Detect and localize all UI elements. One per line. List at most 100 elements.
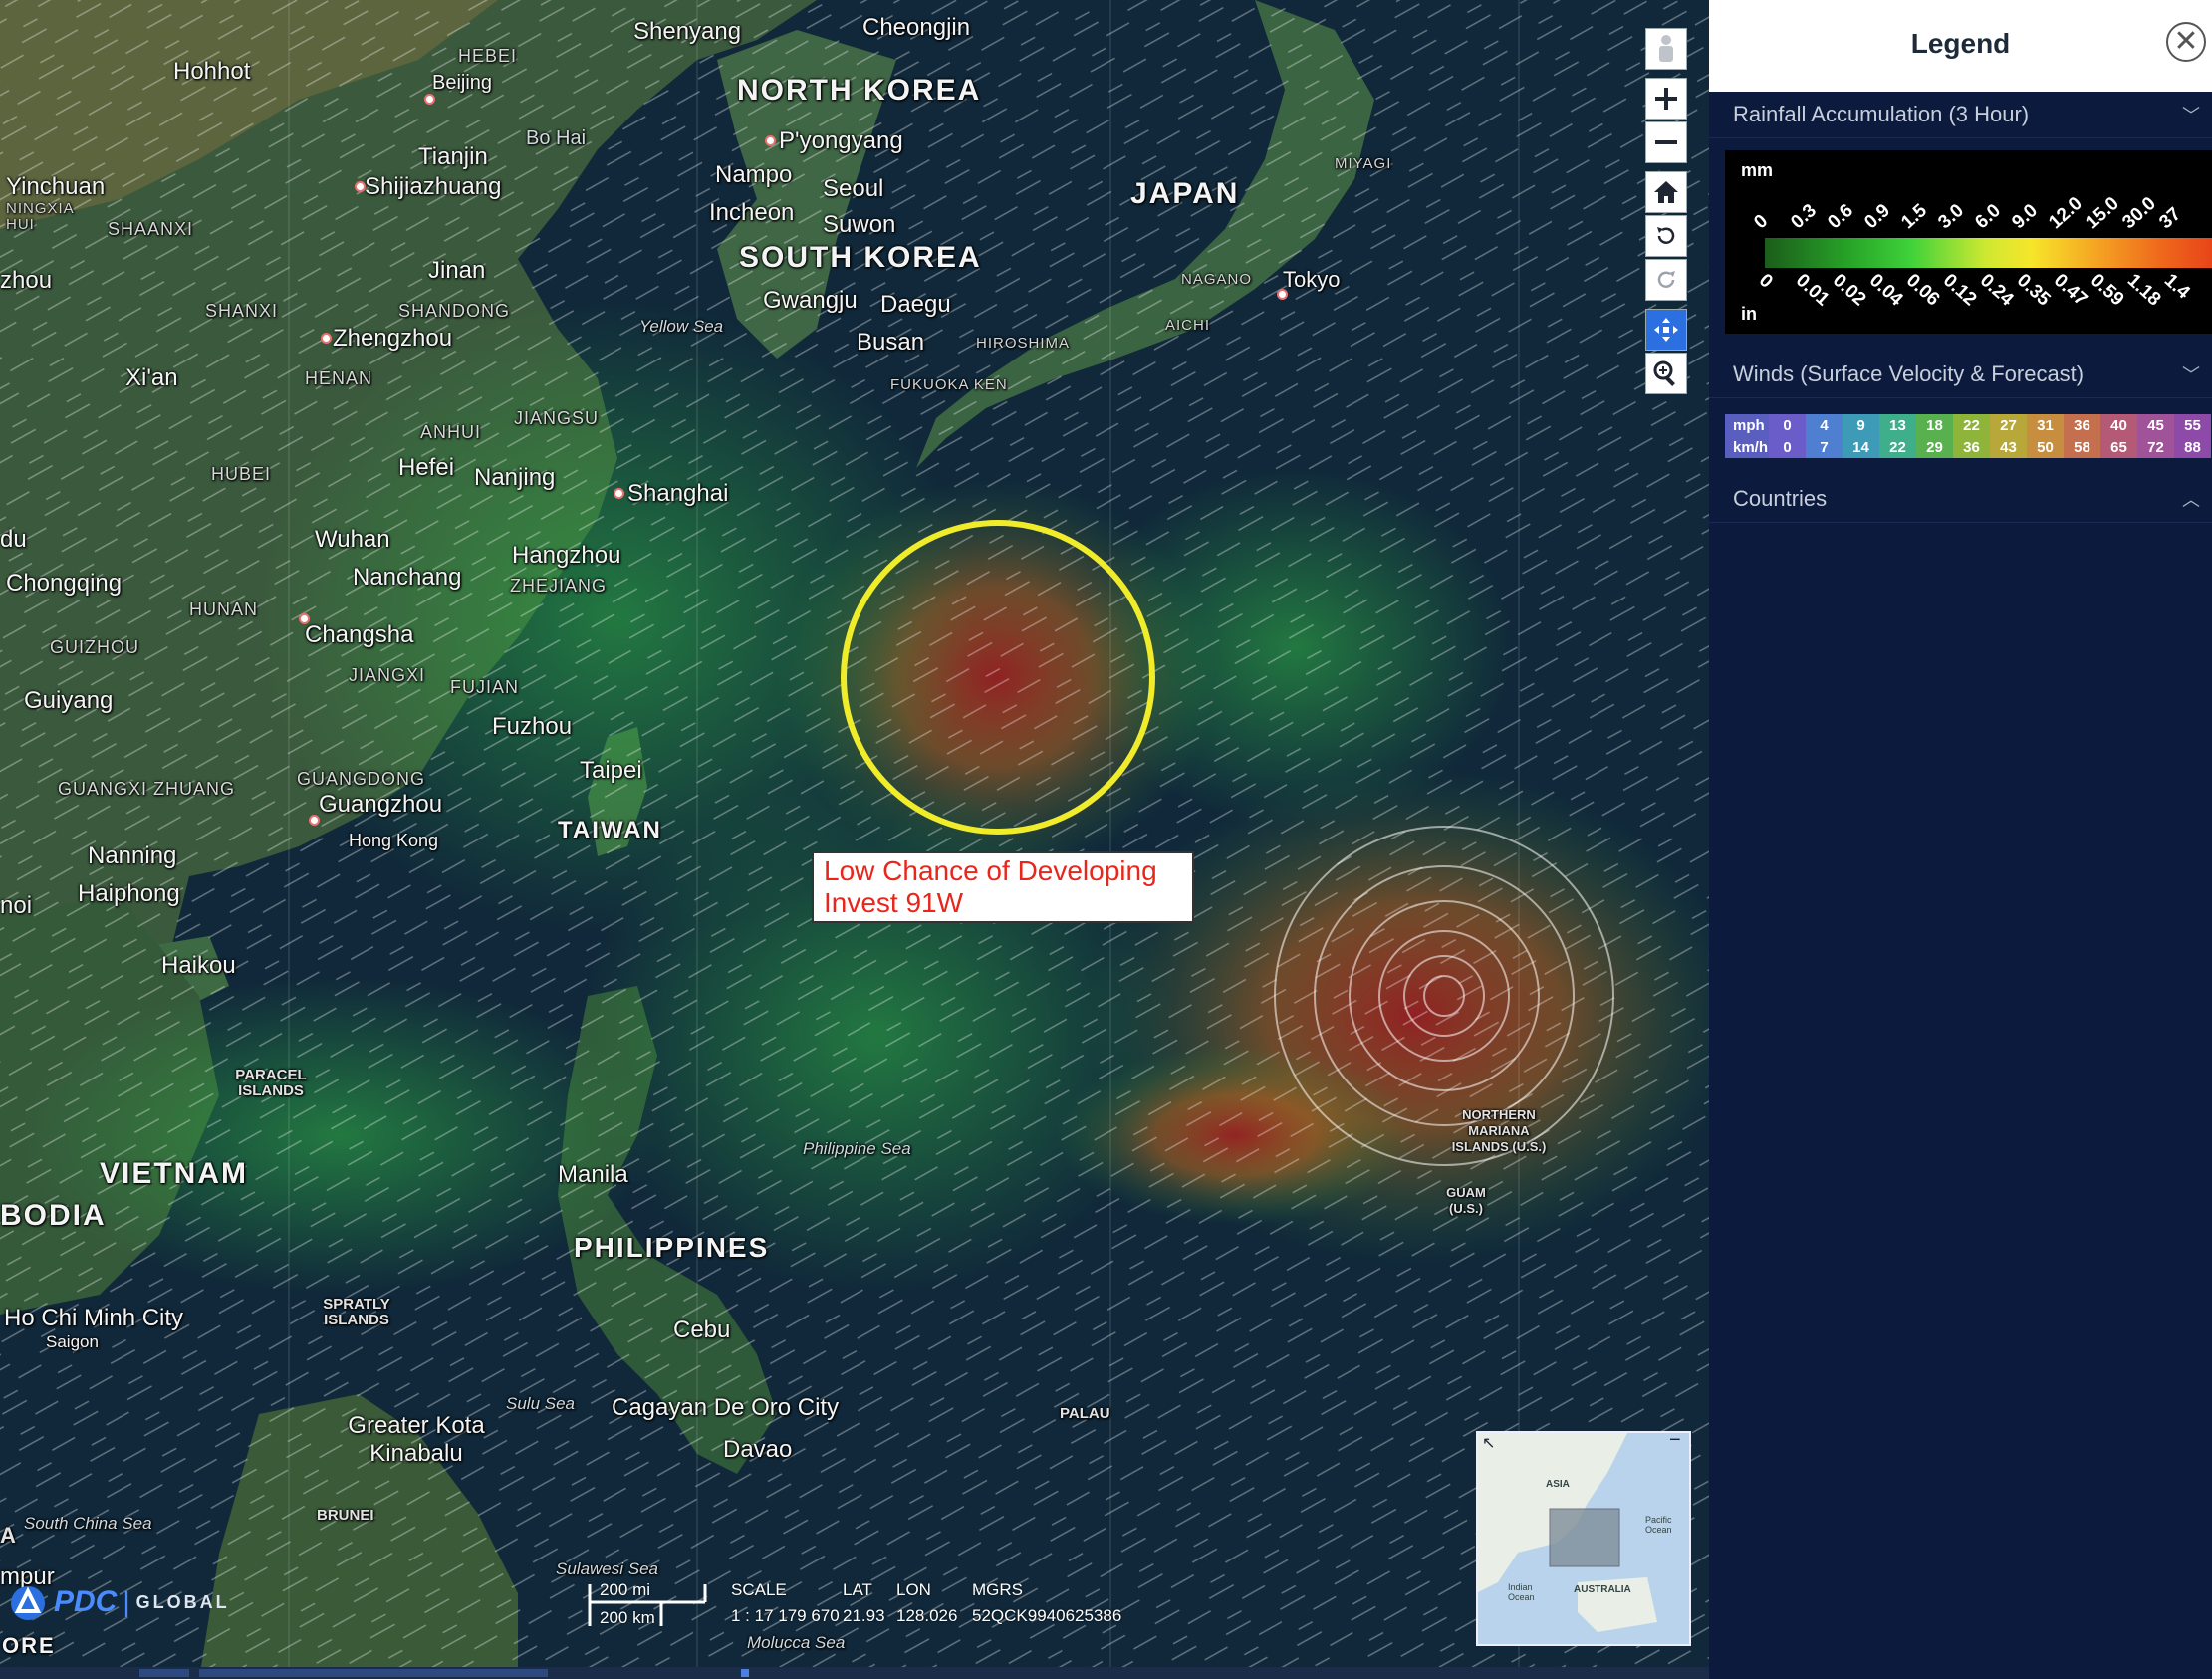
timeline-bar[interactable]: [0, 1667, 1709, 1679]
winds-mph-cell: 55: [2174, 414, 2211, 436]
city-label: Beijing: [432, 72, 493, 94]
winds-kmh-cell: 7: [1806, 436, 1843, 458]
zoom-out-button[interactable]: [1645, 121, 1687, 163]
lat-label: LAT: [843, 1580, 872, 1599]
island-label: PARACEL ISLANDS: [235, 1067, 307, 1099]
overview-collapse-icon[interactable]: −: [1669, 1433, 1681, 1452]
city-label: Nanchang: [353, 564, 462, 591]
scale-km: 200 km: [600, 1608, 655, 1627]
winds-mph-cell: 4: [1806, 414, 1843, 436]
province-label: ANHUI: [420, 422, 482, 442]
storm-annotation[interactable]: Low Chance of Developing Invest 91W: [812, 851, 1194, 923]
city-label: Hong Kong: [349, 831, 439, 850]
winds-mph-cell: 31: [2027, 414, 2064, 436]
scale-label: SCALE: [731, 1580, 787, 1599]
rain-tick-mm: 0.3: [1787, 199, 1821, 234]
winds-mph-cell: 9: [1843, 414, 1879, 436]
timeline-cursor[interactable]: [741, 1669, 749, 1677]
rain-tick-mm: 12.0: [2045, 192, 2087, 234]
street-view-button[interactable]: [1645, 28, 1687, 70]
winds-section-header[interactable]: Winds (Surface Velocity & Forecast) ﹀: [1709, 352, 2212, 398]
province-label: SHANDONG: [398, 301, 511, 321]
close-legend-button[interactable]: ✕: [2166, 22, 2206, 62]
island-label: PALAU: [1060, 1405, 1110, 1422]
zoom-in-button[interactable]: [1645, 78, 1687, 120]
overview-label: ASIA: [1546, 1479, 1570, 1490]
city-label: Cheongjin: [862, 14, 971, 41]
winds-kmh-cell: 58: [2064, 436, 2100, 458]
city-label: Suwon: [823, 211, 896, 238]
pan-button[interactable]: [1645, 309, 1687, 351]
city-label: Gwangju: [763, 287, 858, 314]
map-viewport[interactable]: NORTH KOREA SOUTH KOREA JAPAN TAIWAN VIE…: [0, 0, 1709, 1679]
province-label: JIANGXI: [349, 665, 426, 685]
pdc-logo-icon: [11, 1586, 45, 1620]
rain-tick-in: 0.06: [1901, 270, 1944, 311]
timeline-segment: [139, 1669, 189, 1677]
city-label: Ho Chi Minh City: [4, 1305, 184, 1331]
rain-section-title: Rainfall Accumulation (3 Hour): [1733, 102, 2030, 126]
zoom-box-button[interactable]: [1645, 353, 1687, 394]
city-label: Shijiazhuang: [365, 173, 502, 200]
countries-section-header[interactable]: Countries ︿: [1709, 476, 2212, 523]
city-label: zhou: [0, 267, 53, 294]
winds-kmh-cell: 22: [1879, 436, 1916, 458]
city-label: Jinan: [428, 257, 486, 284]
city-label: Haiphong: [78, 880, 180, 907]
magnifier-icon: [1653, 360, 1675, 386]
rain-tick-in: 0.01: [1791, 270, 1834, 311]
rotate-ccw-icon: [1657, 227, 1675, 244]
province-label: HIROSHIMA: [976, 335, 1071, 352]
city-label: Changsha: [305, 621, 414, 648]
person-icon: [1659, 35, 1673, 62]
city-label: Davao: [723, 1436, 793, 1463]
province-label: AICHI: [1165, 317, 1211, 334]
province-label: GUANGXI ZHUANG: [58, 779, 236, 799]
rain-tick-mm: 0.9: [1860, 199, 1894, 234]
rain-tick-mm: 3.0: [1934, 199, 1968, 234]
winds-mph-cell: 18: [1916, 414, 1953, 436]
pdc-logo-text: PDC: [54, 1585, 118, 1618]
rain-tick-in: 1.4: [2159, 270, 2194, 304]
city-label: Fuzhou: [492, 713, 573, 740]
city-label: Shenyang: [633, 18, 742, 45]
rotate-cw-icon: [1657, 271, 1675, 288]
city-marker: [355, 181, 366, 192]
sea-label: South China Sea: [24, 1514, 152, 1533]
city-label: Hangzhou: [512, 542, 621, 569]
province-label: ZHEJIANG: [510, 576, 608, 596]
lon-label: LON: [896, 1580, 931, 1599]
rain-tick-mm: 0: [1750, 210, 1773, 234]
rotate-right-button[interactable]: [1645, 259, 1687, 301]
overview-label: Pacific Ocean: [1645, 1515, 1672, 1535]
sea-label: Yellow Sea: [639, 317, 724, 336]
lat-readout: LAT 21.93: [843, 1580, 885, 1626]
legend-title: Legend: [1910, 28, 2011, 59]
rotate-left-button[interactable]: [1645, 215, 1687, 257]
countries-section-title: Countries: [1733, 486, 1828, 511]
winds-kmh-cell: 88: [2174, 436, 2211, 458]
mgrs-readout: MGRS 52QCK9940625386: [972, 1580, 1121, 1626]
country-label: NORTH KOREA: [737, 74, 982, 107]
mgrs-value: 52QCK9940625386: [972, 1606, 1122, 1625]
scale-value: 1 : 17 179 670: [731, 1606, 840, 1625]
winds-kmh-cell: 0: [1769, 436, 1806, 458]
rain-section-header[interactable]: Rainfall Accumulation (3 Hour) ﹀: [1709, 92, 2212, 138]
country-label: BODIA: [0, 1199, 107, 1232]
overview-map[interactable]: ASIA Pacific Ocean Indian Ocean AUSTRALI…: [1476, 1431, 1691, 1646]
winds-mph-cell: 40: [2100, 414, 2137, 436]
city-marker: [424, 94, 435, 105]
global-text: GLOBAL: [135, 1591, 230, 1612]
rain-tick-in: 0.24: [1975, 270, 2018, 311]
pdc-brand[interactable]: PDC | GLOBAL: [8, 1583, 230, 1621]
city-label: Guangzhou: [319, 791, 443, 818]
province-label: NAGANO: [1181, 271, 1253, 288]
city-label: Incheon: [709, 199, 795, 226]
country-label: JAPAN: [1130, 177, 1240, 210]
home-button[interactable]: [1645, 171, 1687, 213]
country-label: SOUTH KOREA: [739, 241, 982, 274]
province-label: SHAANXI: [108, 219, 194, 239]
winds-kmh-cell: 29: [1916, 436, 1953, 458]
overview-expand-icon[interactable]: ↖: [1482, 1433, 1495, 1453]
chevron-down-icon: ﹀: [2182, 106, 2200, 125]
